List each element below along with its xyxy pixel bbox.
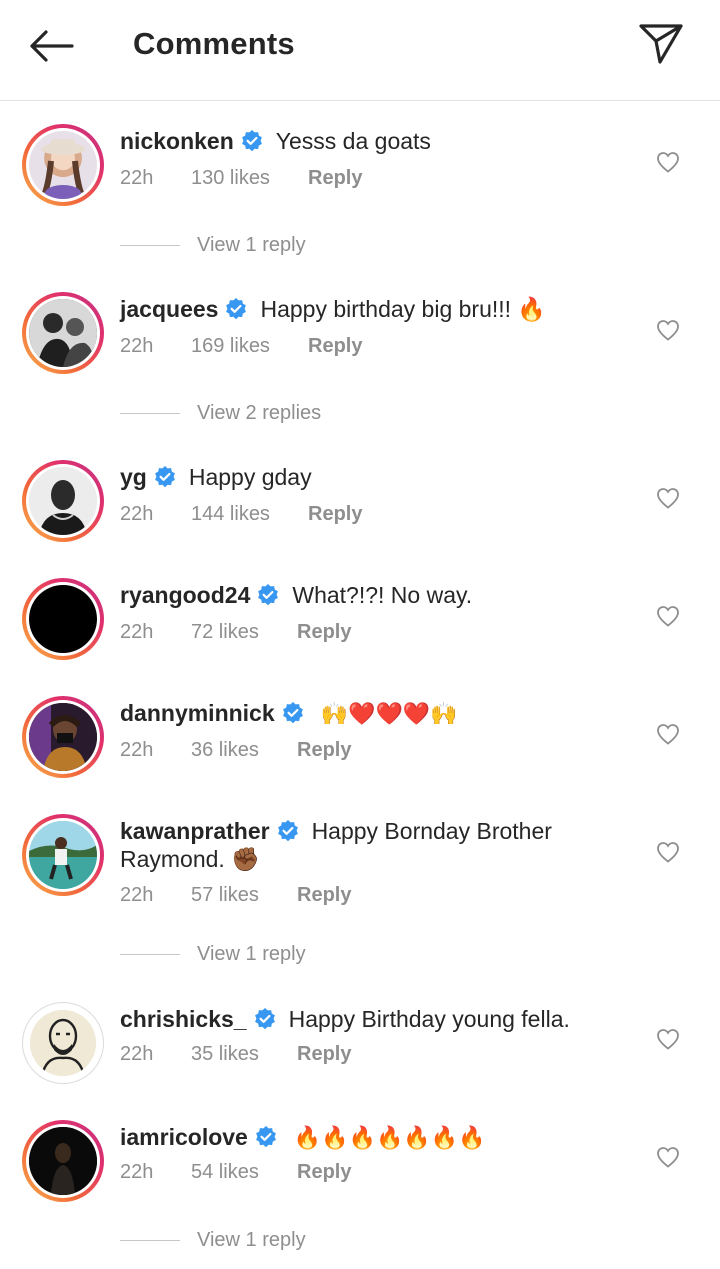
reply-button[interactable]: Reply [308,503,362,526]
reply-button[interactable]: Reply [297,884,351,907]
view-replies-label: View 1 reply [197,234,306,256]
avatar[interactable] [22,814,104,896]
verified-badge-icon [241,130,262,152]
heart-icon[interactable] [656,1028,680,1050]
comment-body: What?!?! No way. [292,582,473,608]
avatar[interactable] [22,124,104,206]
page-title: Comments [133,26,295,61]
comment-timestamp: 22h [120,884,154,906]
comment-likes[interactable]: 72 likes [191,621,259,644]
comment-body: Yesss da goats [275,128,431,154]
comment-text: chrishicks_ Happy Birthday young fella. [120,1005,630,1033]
verified-badge-icon [282,702,303,724]
comment-body: Happy gday [188,464,312,490]
comment-body: Happy Birthday young fella. [288,1006,570,1032]
avatar[interactable] [22,460,104,542]
comment-likes[interactable]: 54 likes [191,1161,259,1184]
reply-button[interactable]: Reply [297,1043,351,1066]
heart-icon[interactable] [656,723,680,745]
comment-text: jacquees Happy birthday big bru!!! 🔥 [120,295,630,323]
heart-icon[interactable] [656,1146,680,1168]
comment-username[interactable]: jacquees [120,296,218,322]
avatar[interactable] [22,578,104,660]
heart-icon[interactable] [656,487,680,509]
comment-username[interactable]: ryangood24 [120,582,250,608]
header-bar: Comments [0,0,720,101]
comment-timestamp: 22h [120,1161,154,1183]
comment-timestamp: 22h [120,621,154,643]
view-replies-label: View 1 reply [197,943,306,965]
comment-likes[interactable]: 35 likes [191,1043,259,1066]
comment-text: iamricolove 🔥🔥🔥🔥🔥🔥🔥 [120,1123,630,1153]
reply-button[interactable]: Reply [297,1161,351,1184]
verified-badge-icon [258,584,279,606]
comment-username[interactable]: dannyminnick [120,700,275,726]
heart-icon[interactable] [656,319,680,341]
verified-badge-icon [254,1008,275,1030]
paper-plane-icon [639,24,683,64]
back-button[interactable] [26,26,78,66]
comment-username[interactable]: yg [120,464,147,490]
verified-badge-icon [154,466,175,488]
comment-username[interactable]: iamricolove [120,1124,248,1150]
comment-body: 🔥🔥🔥🔥🔥🔥🔥 [293,1126,486,1151]
heart-icon[interactable] [656,151,680,173]
comment-text: dannyminnick 🙌❤️❤️❤️🙌 [120,699,630,729]
comment-username[interactable]: chrishicks_ [120,1006,247,1032]
comment-likes[interactable]: 169 likes [191,335,270,358]
comment-likes[interactable]: 144 likes [191,503,270,526]
comment-timestamp: 22h [120,739,154,761]
share-button[interactable] [636,22,686,66]
verified-badge-icon [226,298,247,320]
comment-body: Happy birthday big bru!!! 🔥 [260,296,547,322]
comment-timestamp: 22h [120,167,154,189]
comment-text: kawanprather Happy Bornday Brother Raymon… [120,817,630,873]
verified-badge-icon [277,820,298,842]
reply-button[interactable]: Reply [297,739,351,762]
avatar[interactable] [22,1002,104,1084]
view-replies-label: View 1 reply [197,1229,306,1251]
comment-body: 🙌❤️❤️❤️🙌 [320,702,458,727]
comment-text: nickonken Yesss da goats [120,127,630,155]
comment-timestamp: 22h [120,503,154,525]
reply-button[interactable]: Reply [308,335,362,358]
comment-username[interactable]: nickonken [120,128,234,154]
heart-icon[interactable] [656,841,680,863]
comment-likes[interactable]: 57 likes [191,884,259,907]
reply-button[interactable]: Reply [297,621,351,644]
reply-button[interactable]: Reply [308,167,362,190]
avatar[interactable] [22,696,104,778]
comment-likes[interactable]: 36 likes [191,739,259,762]
comment-username[interactable]: kawanprather [120,818,270,844]
heart-icon[interactable] [656,605,680,627]
view-replies-label: View 2 replies [197,402,322,424]
arrow-left-icon [30,30,74,62]
comment-likes[interactable]: 130 likes [191,167,270,190]
avatar[interactable] [22,1120,104,1202]
comment-text: ryangood24 What?!?! No way. [120,581,630,609]
comment-timestamp: 22h [120,335,154,357]
avatar[interactable] [22,292,104,374]
replies-divider [120,1240,180,1241]
replies-divider [120,245,180,246]
replies-divider [120,413,180,414]
verified-badge-icon [255,1126,276,1148]
comment-text: yg Happy gday [120,463,630,491]
comment-timestamp: 22h [120,1043,154,1065]
replies-divider [120,954,180,955]
